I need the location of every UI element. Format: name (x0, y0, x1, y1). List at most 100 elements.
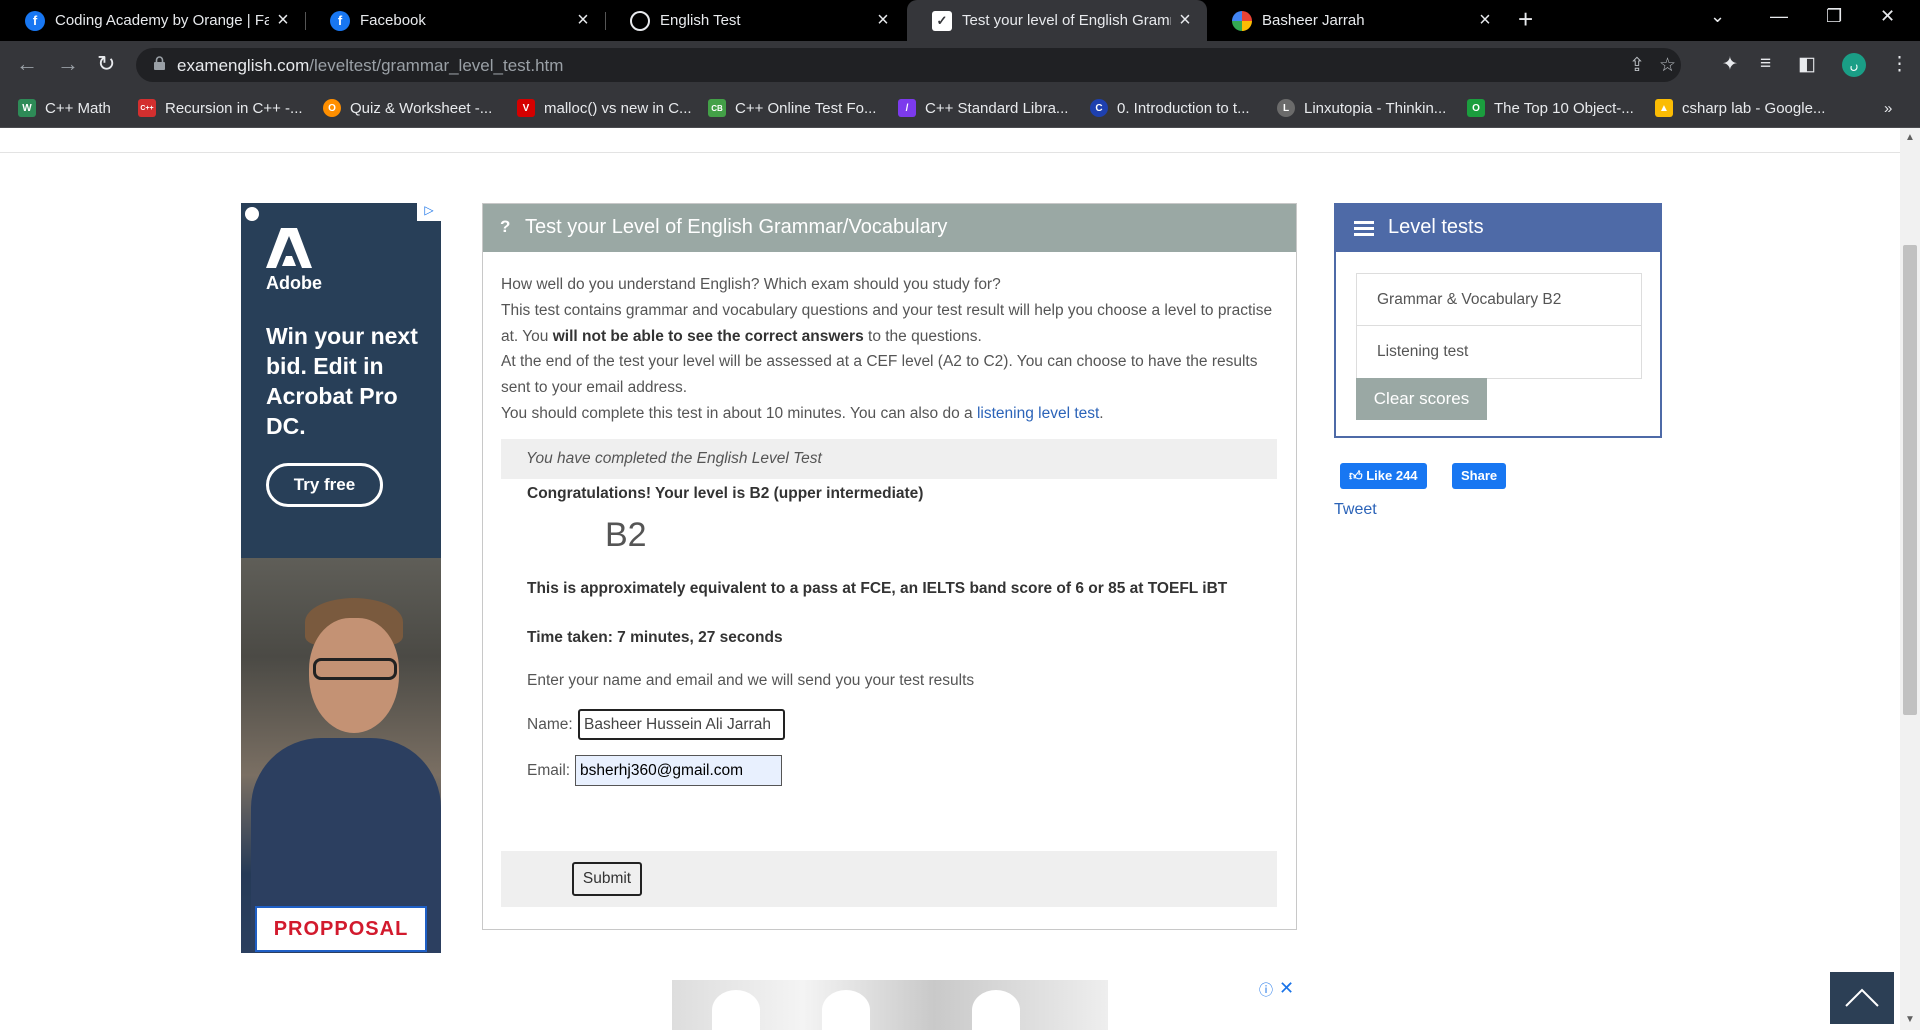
bookmark-item[interactable]: CB C++ Online Test Fo... (708, 97, 876, 119)
ad-info-icon[interactable] (245, 207, 259, 221)
panel-header: ? Test your Level of English Grammar/Voc… (483, 204, 1296, 252)
restore-icon[interactable]: ❐ (1826, 6, 1842, 27)
close-tab-icon[interactable]: × (269, 9, 297, 32)
ad-headline: Win your next bid. Edit in Acrobat Pro D… (266, 323, 418, 439)
share-icon[interactable]: ⇪ (1629, 54, 1645, 77)
completed-banner: You have completed the English Level Tes… (501, 439, 1277, 479)
level-result: B2 (605, 516, 647, 554)
tab-title: Basheer Jarrah (1262, 12, 1365, 29)
address-bar[interactable]: examenglish.com/leveltest/grammar_level_… (136, 48, 1681, 82)
header-divider (0, 152, 1900, 153)
tab-coding-academy[interactable]: f Coding Academy by Orange | Fac × (0, 0, 305, 41)
sidebar-item-listening[interactable]: Listening test (1356, 326, 1642, 379)
close-window-icon[interactable]: ✕ (1880, 6, 1895, 27)
level-tests-list: Grammar & Vocabulary B2 Listening test (1356, 273, 1642, 379)
more-bookmarks-icon[interactable]: » (1884, 97, 1892, 119)
name-label: Name: (527, 716, 573, 733)
bookmark-item[interactable]: Vmalloc() vs new in C... (517, 97, 692, 119)
sidebar-item-grammar[interactable]: Grammar & Vocabulary B2 (1356, 273, 1642, 326)
ad-close-icon[interactable]: ✕ (1279, 978, 1294, 999)
bookmarks-bar: W C++ Math C++ Recursion in C++ -... O Quiz… (0, 89, 1920, 128)
page-title: Test your Level of English Grammar/Vocab… (525, 216, 948, 238)
bookmark-favicon-icon: C++ (138, 99, 156, 117)
level-tests-header: Level tests (1336, 205, 1660, 252)
bookmark-item[interactable]: C++ Recursion in C++ -... (138, 97, 303, 119)
tab-grammar-test[interactable]: ✓ Test your level of English Gramm × (907, 0, 1207, 41)
bookmark-star-icon[interactable]: ☆ (1659, 54, 1676, 77)
submit-area: Submit (501, 851, 1277, 907)
ad-info-icon[interactable]: ⓘ (1259, 980, 1273, 1000)
intro-line: How well do you understand English? Whic… (501, 276, 1001, 293)
menu-icon[interactable]: ⋮ (1890, 53, 1909, 76)
close-tab-icon[interactable]: × (869, 9, 897, 32)
back-icon[interactable]: ← (16, 51, 38, 77)
adchoices-icon[interactable]: ▷ (417, 203, 441, 221)
email-prompt: Enter your name and email and we will se… (527, 672, 975, 689)
minimize-icon[interactable]: — (1770, 6, 1788, 27)
tab-search-icon[interactable]: ⌄ (1710, 6, 1725, 27)
email-field[interactable] (575, 755, 782, 786)
tab-title: Facebook (360, 12, 426, 29)
close-tab-icon[interactable]: × (1471, 9, 1499, 32)
bookmark-favicon-icon: L (1277, 99, 1295, 117)
bookmark-favicon-icon: O (1467, 99, 1485, 117)
page-scrollbar[interactable]: ▲ ▼ (1900, 128, 1920, 1030)
chevron-up-icon (1845, 988, 1879, 1007)
equivalence-text: This is approximately equivalent to a pa… (527, 580, 1228, 597)
bookmark-favicon-icon: CB (708, 99, 726, 117)
bookmark-item[interactable]: L Linxutopia - Thinkin... (1277, 97, 1446, 119)
clear-scores-button[interactable]: Clear scores (1356, 378, 1487, 420)
tab-title: Coding Academy by Orange | Fac (55, 12, 269, 29)
close-tab-icon[interactable]: × (569, 9, 597, 32)
try-free-button[interactable]: Try free (266, 463, 383, 507)
profile-avatar[interactable]: ں (1842, 53, 1866, 77)
bottom-ad[interactable]: ⓘ ✕ (482, 978, 1297, 1030)
ad-photo (241, 558, 441, 953)
intro-text: How well do you understand English? Whic… (501, 272, 1281, 427)
tab-facebook[interactable]: f Facebook × (305, 0, 605, 41)
forward-icon[interactable]: → (57, 51, 79, 77)
bookmark-item[interactable]: C 0. Introduction to t... (1090, 97, 1250, 119)
tab-english-test[interactable]: English Test × (605, 0, 905, 41)
new-tab-button[interactable]: + (1518, 4, 1533, 35)
bookmark-item[interactable]: W C++ Math (18, 97, 111, 119)
media-control-icon[interactable]: ≡ (1760, 53, 1771, 75)
url-text: examenglish.com/leveltest/grammar_level_… (177, 56, 564, 75)
scroll-down-icon[interactable]: ▼ (1905, 1014, 1915, 1025)
listening-test-link[interactable]: listening level test (977, 405, 1099, 422)
bookmark-favicon-icon: ▲ (1655, 99, 1673, 117)
side-panel-icon[interactable]: ◧ (1798, 53, 1816, 76)
bookmark-item[interactable]: O The Top 10 Object-... (1467, 97, 1634, 119)
bookmark-item[interactable]: / C++ Standard Libra... (898, 97, 1068, 119)
submit-button[interactable]: Submit (572, 862, 642, 896)
tab-strip: f Coding Academy by Orange | Fac × f Fac… (0, 0, 1920, 41)
question-icon: ? (500, 217, 511, 236)
scroll-up-icon[interactable]: ▲ (1905, 132, 1915, 143)
tab-basheer-jarrah[interactable]: Basheer Jarrah × (1207, 0, 1507, 41)
bookmark-favicon-icon: O (323, 99, 341, 117)
facebook-share-button[interactable]: Share (1452, 463, 1507, 489)
lock-icon (154, 56, 165, 70)
bookmark-favicon-icon: / (898, 99, 916, 117)
ad-document-word: PROPPOSAL (255, 906, 427, 952)
email-label: Email: (527, 762, 571, 779)
bookmark-item[interactable]: ▲ csharp lab - Google... (1655, 97, 1825, 119)
adobe-logo-icon (266, 228, 312, 268)
bookmark-favicon-icon: V (517, 99, 535, 117)
tweet-link[interactable]: Tweet (1334, 501, 1377, 519)
name-field[interactable] (578, 709, 785, 740)
reload-icon[interactable]: ↻ (97, 51, 115, 77)
level-tests-box: Level tests Grammar & Vocabulary B2 List… (1334, 203, 1662, 438)
facebook-like-button[interactable]: 👍︎ Like 244 (1340, 463, 1427, 489)
tab-title: Test your level of English Gramm (962, 12, 1171, 29)
close-tab-icon[interactable]: × (1171, 9, 1199, 32)
scroll-thumb[interactable] (1903, 245, 1917, 715)
bookmark-favicon-icon: W (18, 99, 36, 117)
extensions-icon[interactable]: ✦ (1722, 53, 1738, 76)
scroll-to-top-button[interactable] (1830, 972, 1894, 1024)
bookmark-item[interactable]: O Quiz & Worksheet -... (323, 97, 492, 119)
ad-brand: Adobe (266, 273, 322, 293)
adobe-ad[interactable]: ▷ Adobe Win your next bid. Edit in Acrob… (241, 203, 441, 953)
level-tests-title: Level tests (1388, 216, 1484, 238)
bookmark-favicon-icon: C (1090, 99, 1108, 117)
